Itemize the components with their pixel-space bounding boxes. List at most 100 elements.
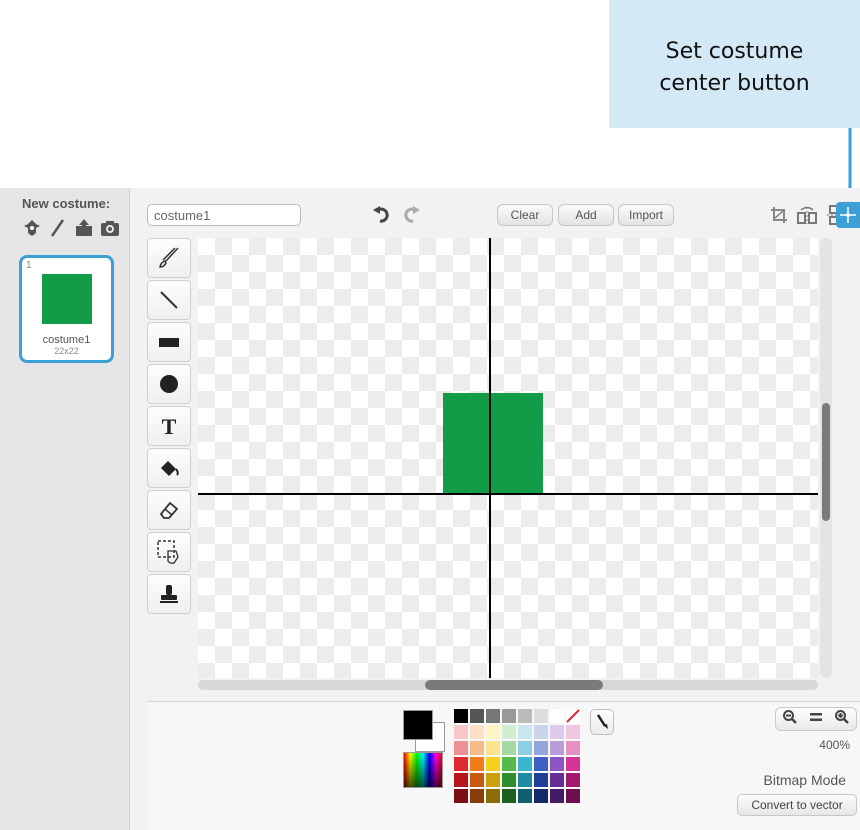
undo-icon[interactable] [371,204,393,226]
palette-swatch[interactable] [486,709,500,723]
palette-swatch[interactable] [502,757,516,771]
brush-icon[interactable] [147,238,191,278]
palette-swatch[interactable] [470,725,484,739]
palette-swatch[interactable] [534,709,548,723]
eyedropper-icon[interactable] [590,709,614,735]
palette-swatch[interactable] [534,741,548,755]
palette-swatch[interactable] [566,773,580,787]
flip-horizontal-icon[interactable] [796,203,818,227]
drawing-canvas[interactable] [198,238,818,678]
color-palette [454,709,580,803]
rectangle-icon[interactable] [147,322,191,362]
costume-drawing [443,393,543,493]
palette-swatch[interactable] [534,789,548,803]
new-costume-label: New costume: [22,196,111,211]
palette-swatch[interactable] [454,773,468,787]
palette-swatch[interactable] [550,725,564,739]
palette-swatch[interactable] [518,709,532,723]
palette-swatch[interactable] [566,789,580,803]
palette-swatch[interactable] [454,709,468,723]
palette-swatch[interactable] [486,773,500,787]
palette-swatch[interactable] [518,773,532,787]
palette-swatch[interactable] [470,773,484,787]
palette-swatch[interactable] [550,741,564,755]
palette-swatch[interactable] [550,757,564,771]
palette-swatch[interactable] [534,757,548,771]
upload-icon[interactable] [74,218,94,238]
palette-swatch[interactable] [454,789,468,803]
transparent-swatch[interactable] [566,709,580,723]
palette-swatch[interactable] [550,773,564,787]
zoom-reset-icon[interactable] [809,710,823,728]
new-costume-options [22,218,120,238]
palette-swatch[interactable] [502,773,516,787]
costume-tile[interactable]: 1 costume1 22x22 [19,255,114,363]
palette-swatch[interactable] [486,741,500,755]
costume-sidebar: New costume: 1 costume1 22x22 [0,188,130,830]
palette-swatch[interactable] [550,709,564,723]
import-button[interactable]: Import [618,204,674,226]
ellipse-icon[interactable] [147,364,191,404]
palette-swatch[interactable] [502,709,516,723]
costume-index: 1 [26,260,32,271]
palette-swatch[interactable] [550,789,564,803]
costume-name-input[interactable] [147,204,301,226]
redo-icon[interactable] [400,204,422,226]
convert-to-vector-button[interactable]: Convert to vector [737,794,857,816]
palette-swatch[interactable] [454,757,468,771]
callout-text: Set costume center button [659,39,810,96]
zoom-out-icon[interactable] [782,709,798,730]
palette-swatch[interactable] [470,741,484,755]
camera-icon[interactable] [100,218,120,238]
palette-swatch[interactable] [486,725,500,739]
line-icon[interactable] [147,280,191,320]
tool-palette: T [147,238,191,616]
svg-text:T: T [162,414,177,438]
palette-swatch[interactable] [470,789,484,803]
center-crosshair-vertical [489,238,491,678]
zoom-level-label: 400% [819,738,850,752]
palette-swatch[interactable] [566,757,580,771]
palette-swatch[interactable] [470,757,484,771]
set-costume-center-icon[interactable] [836,202,860,228]
costume-tools-group [768,203,846,227]
palette-swatch[interactable] [502,741,516,755]
color-spectrum-picker[interactable] [403,752,443,788]
text-icon[interactable]: T [147,406,191,446]
costume-name-label: costume1 [42,334,91,346]
palette-swatch[interactable] [518,741,532,755]
palette-swatch[interactable] [518,725,532,739]
bitmap-mode-label: Bitmap Mode [763,772,846,788]
costume-thumbnail [42,274,92,324]
palette-swatch[interactable] [534,773,548,787]
primary-color-swatch[interactable] [403,710,433,740]
palette-swatch[interactable] [502,789,516,803]
zoom-controls [775,707,857,731]
palette-swatch[interactable] [502,725,516,739]
callout-box: Set costume center button [609,0,860,128]
vertical-scrollbar-thumb[interactable] [822,403,830,521]
sprite-library-icon[interactable] [22,218,42,238]
clear-button[interactable]: Clear [497,204,553,226]
eraser-icon[interactable] [147,490,191,530]
zoom-in-icon[interactable] [834,709,850,730]
palette-swatch[interactable] [534,725,548,739]
palette-swatch[interactable] [486,757,500,771]
center-crosshair-horizontal [198,493,818,495]
select-icon[interactable] [147,532,191,572]
palette-swatch[interactable] [566,741,580,755]
fill-bucket-icon[interactable] [147,448,191,488]
add-button[interactable]: Add [558,204,614,226]
palette-swatch[interactable] [454,725,468,739]
costume-size-label: 22x22 [54,346,79,356]
palette-swatch[interactable] [454,741,468,755]
palette-swatch[interactable] [518,789,532,803]
horizontal-scrollbar-thumb[interactable] [425,680,603,690]
palette-swatch[interactable] [486,789,500,803]
stamp-icon[interactable] [147,574,191,614]
crop-icon[interactable] [768,203,790,227]
paint-brush-icon[interactable] [48,218,68,238]
palette-swatch[interactable] [566,725,580,739]
palette-swatch[interactable] [470,709,484,723]
palette-swatch[interactable] [518,757,532,771]
